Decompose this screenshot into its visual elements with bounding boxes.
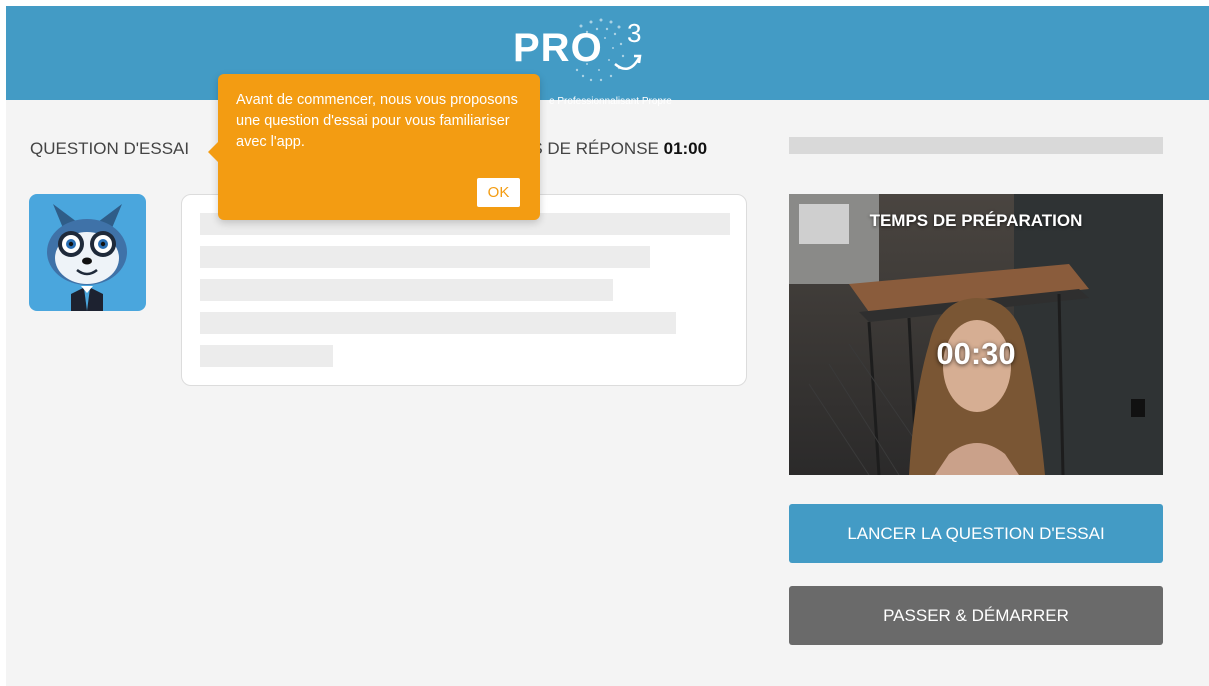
onboarding-tooltip: Avant de commencer, nous vous proposons …	[208, 74, 540, 220]
camera-feed-image	[789, 194, 1163, 475]
svg-text:3: 3	[627, 18, 641, 48]
skip-and-start-button[interactable]: PASSER & DÉMARRER	[789, 586, 1163, 645]
camera-preview: TEMPS DE PRÉPARATION 00:30	[789, 194, 1163, 475]
preparation-timer: 00:30	[936, 336, 1016, 371]
text-placeholder-line	[200, 312, 676, 334]
app-frame: 3 PRO e Professionnalisant Propre QUESTI…	[6, 6, 1209, 686]
text-placeholder-line	[200, 279, 613, 301]
question-label: QUESTION D'ESSAI	[30, 139, 190, 158]
logo-text: PRO	[513, 26, 603, 70]
header-bar: 3 PRO e Professionnalisant Propre	[6, 6, 1209, 107]
tooltip-ok-button[interactable]: OK	[477, 178, 520, 207]
preparation-title: TEMPS DE PRÉPARATION	[869, 211, 1083, 230]
response-time: PS DE RÉPONSE 01:00	[520, 139, 707, 159]
tooltip-text: Avant de commencer, nous vous proposons …	[236, 92, 518, 150]
progress-placeholder	[789, 137, 1163, 154]
response-time-value: 01:00	[663, 139, 708, 158]
text-placeholder-line	[200, 246, 650, 268]
meerkat-mascot-icon	[29, 194, 146, 311]
logo-tagline: e Professionnalisant Propre	[549, 96, 672, 107]
response-time-label: PS DE RÉPONSE	[520, 139, 659, 158]
text-placeholder-line	[200, 345, 333, 367]
question-card	[181, 194, 747, 386]
start-trial-question-button[interactable]: LANCER LA QUESTION D'ESSAI	[789, 504, 1163, 563]
